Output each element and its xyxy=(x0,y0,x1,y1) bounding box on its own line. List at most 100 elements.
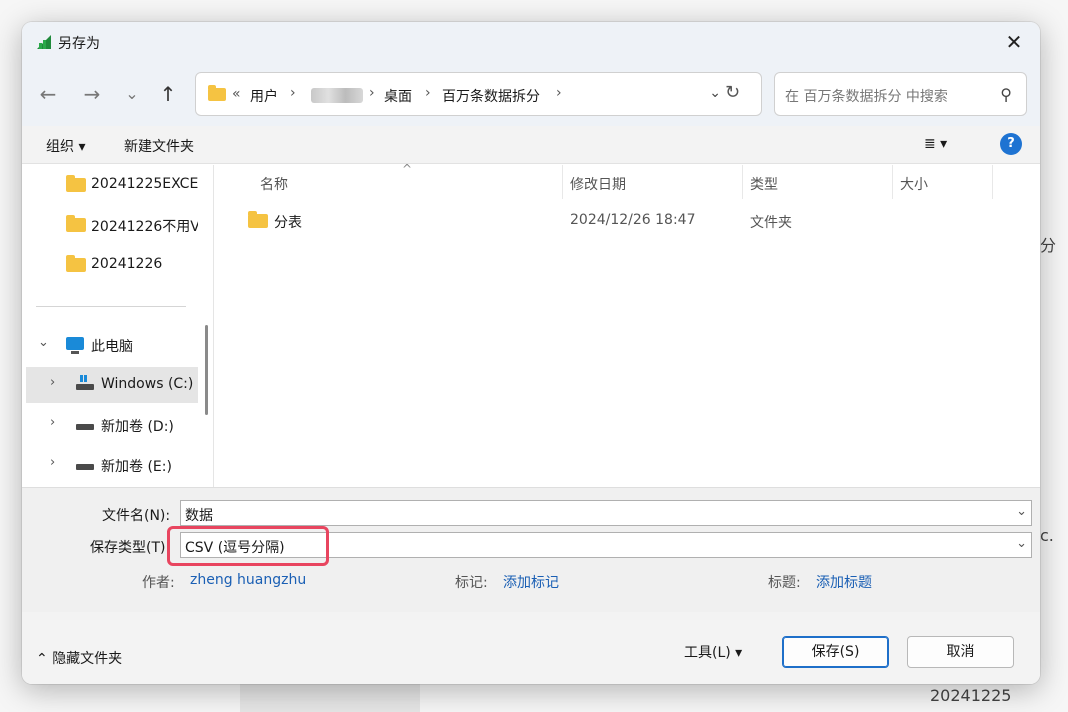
tools-menu-button[interactable]: 工具(L) ▾ xyxy=(684,642,742,662)
help-icon[interactable]: ? xyxy=(1000,133,1022,155)
filetype-highlight-box xyxy=(167,526,329,566)
sidebar-item-drive-d[interactable]: › 新加卷 (D:) xyxy=(22,407,198,443)
sidebar-item-label: 新加卷 (D:) xyxy=(101,419,174,435)
column-header-name[interactable]: 名称 xyxy=(260,174,288,194)
filename-value: 数据 xyxy=(185,508,213,524)
sidebar-item-label: Windows (C:) xyxy=(101,376,194,392)
search-icon: ⚲ xyxy=(1000,85,1012,104)
folder-icon xyxy=(66,255,86,272)
close-button[interactable]: ✕ xyxy=(1000,28,1028,56)
cancel-button[interactable]: 取消 xyxy=(907,636,1014,668)
add-tags-link[interactable]: 添加标记 xyxy=(503,572,559,592)
tags-label: 标记: xyxy=(455,575,488,591)
breadcrumb-users[interactable]: 用户 xyxy=(250,86,278,106)
folder-icon xyxy=(66,215,86,232)
chevron-down-icon[interactable]: ⌄ xyxy=(1016,504,1027,519)
tools-label: 工具(L) xyxy=(684,645,731,661)
recent-locations-chevron-icon[interactable]: ⌄ xyxy=(120,82,144,106)
dialog-title: 另存为 xyxy=(58,36,100,52)
file-list: ^ 名称 修改日期 类型 大小 分表 2024/12/26 18:47 文件夹 xyxy=(218,162,1040,487)
breadcrumb-overflow[interactable]: « xyxy=(232,86,241,102)
column-divider[interactable] xyxy=(742,165,743,199)
navigation-pane: 20241225EXCE 20241226不用VB 20241226 ⌄ 此电脑… xyxy=(22,165,214,487)
drive-icon xyxy=(76,464,94,470)
chevron-up-icon: ⌃ xyxy=(36,651,53,667)
sidebar-item-label: 20241225EXCE xyxy=(91,176,198,192)
sidebar-scrollbar[interactable] xyxy=(205,325,208,415)
file-name: 分表 xyxy=(274,215,302,231)
sidebar-item-label: 新加卷 (E:) xyxy=(101,459,172,475)
filename-input[interactable]: 数据 ⌄ xyxy=(180,500,1032,526)
windows-logo-icon xyxy=(80,375,87,382)
search-placeholder: 在 百万条数据拆分 中搜索 xyxy=(785,89,948,105)
folder-icon xyxy=(66,175,86,192)
sidebar-item-label: 20241226 xyxy=(91,256,163,272)
address-bar[interactable]: « 用户 › › 桌面 › 百万条数据拆分 › ⌄ xyxy=(195,72,762,116)
view-options-button[interactable]: ≣ ▾ xyxy=(924,136,947,152)
title-label: 标题: xyxy=(768,575,801,591)
breadcrumb-separator: › xyxy=(369,85,375,101)
bg-strip xyxy=(240,684,420,712)
author-value[interactable]: zheng huangzhu xyxy=(190,572,306,588)
title-bar: 另存为 ✕ xyxy=(22,22,1040,62)
breadcrumb-separator: › xyxy=(556,85,562,101)
caret-down-icon: ▾ xyxy=(730,645,743,661)
sidebar-item-folder[interactable]: 20241225EXCE xyxy=(22,167,198,203)
navigation-bar: ← → ⌄ ↑ « 用户 › › 桌面 › 百万条数据拆分 › ⌄ ↻ 在 百万… xyxy=(22,62,1040,126)
drive-icon xyxy=(76,384,94,390)
breadcrumb-separator: › xyxy=(425,85,431,101)
refresh-icon[interactable]: ↻ xyxy=(725,82,740,103)
sidebar-item-folder[interactable]: 20241226 xyxy=(22,247,198,283)
sidebar-item-drive-e[interactable]: › 新加卷 (E:) xyxy=(22,447,198,483)
chevron-down-icon[interactable]: ⌄ xyxy=(38,335,49,350)
breadcrumb-desktop[interactable]: 桌面 xyxy=(384,86,412,106)
computer-icon xyxy=(66,337,84,354)
folder-icon xyxy=(208,85,226,101)
filetype-label: 保存类型(T): xyxy=(90,540,171,556)
column-header-size[interactable]: 大小 xyxy=(900,174,928,194)
breadcrumb-current-folder[interactable]: 百万条数据拆分 xyxy=(442,86,540,106)
column-divider[interactable] xyxy=(992,165,993,199)
sidebar-divider xyxy=(36,306,186,307)
author-label: 作者: xyxy=(142,575,175,591)
save-button[interactable]: 保存(S) xyxy=(782,636,889,668)
column-divider[interactable] xyxy=(892,165,893,199)
sidebar-item-folder[interactable]: 20241226不用VB xyxy=(22,207,198,243)
chevron-right-icon[interactable]: › xyxy=(50,415,55,430)
bg-text: c. xyxy=(1040,526,1054,545)
back-arrow-icon[interactable]: ← xyxy=(36,82,60,106)
chevron-down-icon[interactable]: ⌄ xyxy=(1016,536,1027,551)
filename-label: 文件名(N): xyxy=(102,508,171,524)
hide-folders-toggle[interactable]: ⌃ 隐藏文件夹 xyxy=(36,648,122,668)
search-input[interactable]: 在 百万条数据拆分 中搜索 ⚲ xyxy=(774,72,1027,116)
breadcrumb-separator: › xyxy=(290,85,296,101)
column-header-modified[interactable]: 修改日期 xyxy=(570,174,626,194)
sidebar-item-this-pc[interactable]: ⌄ 此电脑 xyxy=(22,327,198,363)
new-folder-button[interactable]: 新建文件夹 xyxy=(124,136,194,156)
chevron-right-icon[interactable]: › xyxy=(50,375,55,390)
drive-icon xyxy=(76,424,94,430)
column-divider[interactable] xyxy=(562,165,563,199)
up-arrow-icon[interactable]: ↑ xyxy=(156,82,180,106)
bg-text: 20241225 xyxy=(930,686,1012,705)
folder-icon xyxy=(248,211,268,228)
redacted-username xyxy=(311,88,363,103)
forward-arrow-icon[interactable]: → xyxy=(80,82,104,106)
column-header-type[interactable]: 类型 xyxy=(750,174,778,194)
address-dropdown-chevron-icon[interactable]: ⌄ xyxy=(709,85,721,101)
excel-app-icon xyxy=(37,35,51,49)
organize-button[interactable]: 组织 ▾ xyxy=(46,136,85,156)
file-row[interactable]: 分表 2024/12/26 18:47 文件夹 xyxy=(218,203,1040,239)
sidebar-item-label: 20241226不用VB xyxy=(91,219,198,235)
sidebar-item-drive-c[interactable]: › Windows (C:) xyxy=(26,367,198,403)
hide-folders-label: 隐藏文件夹 xyxy=(52,651,123,667)
sidebar-item-label: 此电脑 xyxy=(91,339,133,355)
save-as-dialog: 另存为 ✕ ← → ⌄ ↑ « 用户 › › 桌面 › 百万条数据拆分 › ⌄ … xyxy=(22,22,1040,684)
command-toolbar: 组织 ▾ 新建文件夹 ≣ ▾ ? xyxy=(22,126,1040,164)
sort-ascending-icon: ^ xyxy=(402,162,413,176)
chevron-right-icon[interactable]: › xyxy=(50,455,55,470)
bg-text: 分 xyxy=(1040,236,1057,255)
file-modified: 2024/12/26 18:47 xyxy=(570,212,696,228)
file-type: 文件夹 xyxy=(750,215,792,231)
add-title-link[interactable]: 添加标题 xyxy=(816,572,872,592)
